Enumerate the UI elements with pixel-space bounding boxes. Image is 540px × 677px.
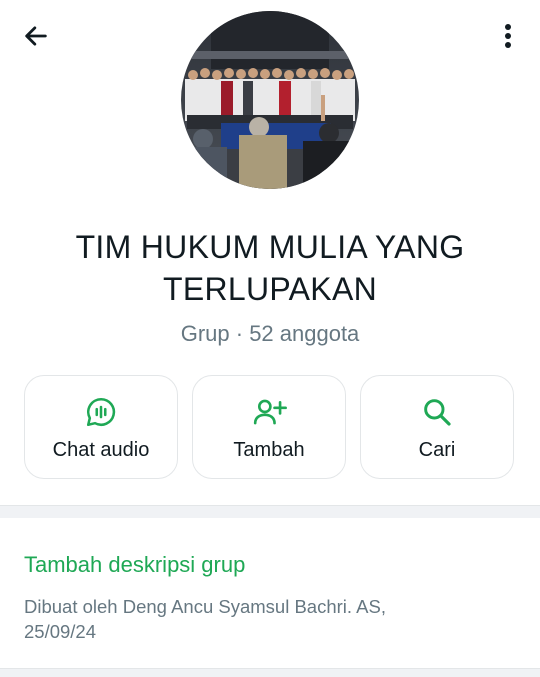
section-divider-bottom [0,668,540,677]
action-buttons: Chat audio Tambah Cari [24,375,516,481]
add-member-label: Tambah [233,439,305,461]
description-section: Tambah deskripsi grup Dibuat oleh Deng A… [0,518,540,670]
add-description-link[interactable]: Tambah deskripsi grup [24,550,245,580]
meta-separator: · [229,321,250,346]
arrow-left-icon [25,26,47,46]
audio-chat-label: Chat audio [52,439,150,461]
more-options-button[interactable] [492,18,524,54]
group-name: TIM HUKUM MULIA YANG TERLUPAKAN [20,226,520,310]
group-type-label: Grup [180,321,230,346]
add-member-button[interactable]: Tambah [192,375,346,479]
section-divider [0,505,540,518]
search-button[interactable]: Cari [360,375,514,479]
created-by-line1: Dibuat oleh Deng Ancu Syamsul Bachri. AS… [24,596,386,617]
group-avatar[interactable] [181,11,359,189]
created-by-text: Dibuat oleh Deng Ancu Syamsul Bachri. AS… [24,594,514,644]
audio-chat-button[interactable]: Chat audio [24,375,178,479]
group-name-line2: TERLUPAKAN [162,271,377,307]
created-by-date: 25/09/24 [24,621,97,642]
add-person-icon [253,399,287,425]
group-meta: Grup · 52 anggota [20,319,520,349]
group-photo-image [181,11,359,189]
member-count[interactable]: 52 anggota [249,321,359,346]
group-name-line1: TIM HUKUM MULIA YANG [75,229,465,265]
search-icon [424,399,451,426]
audio-chat-icon [86,397,116,427]
more-vertical-icon [505,24,511,48]
back-button[interactable] [16,18,56,54]
search-label: Cari [418,439,456,461]
